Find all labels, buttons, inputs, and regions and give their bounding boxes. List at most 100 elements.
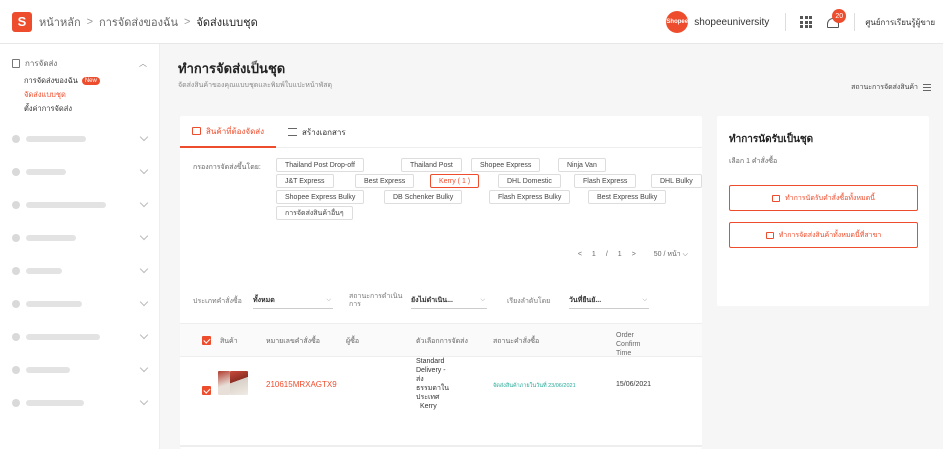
sidebar: การจัดส่ง ︿ การจัดส่งของฉัน New จัดส่งแบ… — [0, 44, 160, 449]
sidebar-section-blurred[interactable] — [0, 155, 159, 188]
courier-chip[interactable]: J&T Express — [276, 174, 334, 188]
selected-count: เลือก 1 คำสั่งซื้อ — [729, 158, 778, 165]
top-header: S หน้าหลัก > การจัดส่งของฉัน > จัดส่งแบบ… — [0, 0, 943, 44]
courier-chip[interactable]: Ninja Van — [558, 158, 606, 172]
courier-chip[interactable]: Best Express — [355, 174, 415, 188]
column-order-status: สถานะคำสั่งซื้อ — [493, 338, 540, 345]
courier-chip[interactable]: การจัดส่งสินค้าอื่นๆ — [276, 206, 353, 220]
apps-grid-icon[interactable] — [800, 16, 813, 28]
breadcrumb-separator: > — [183, 15, 191, 28]
sidebar-section-blurred[interactable] — [0, 122, 159, 155]
notification-bell-icon[interactable]: 20 — [826, 9, 847, 29]
courier-chip[interactable]: DHL Domestic — [498, 174, 561, 188]
courier-chip[interactable]: Flash Express Bulky — [489, 190, 571, 204]
column-buyer: ผู้ซื้อ — [346, 338, 360, 345]
sort-by-select[interactable]: วันที่ยืนยั... ⌵ — [569, 293, 649, 309]
main-content: ทำการจัดส่งเป็นชุด จัดส่งสินค้าของคุณแบบ… — [162, 44, 943, 449]
column-order-id: หมายเลขคำสั่งซื้อ — [266, 338, 320, 345]
chevron-down-icon — [139, 330, 149, 340]
total-pages: 1 — [617, 251, 622, 258]
chevron-down-icon — [139, 198, 149, 208]
courier-chip-selected[interactable]: Kerry ( 1 ) — [430, 174, 480, 188]
shopee-logo[interactable]: S — [12, 11, 32, 32]
courier-chip[interactable]: DB Schenker Bulky — [384, 190, 463, 204]
order-id[interactable]: 210615MRXAGTX9 — [266, 380, 337, 389]
column-confirm-time: Order Confirm Time — [616, 332, 641, 357]
tab-bar: สินค้าที่ต้องจัดส่ง สร้างเอกสาร — [180, 116, 702, 148]
tab-to-ship[interactable]: สินค้าที่ต้องจัดส่ง — [180, 116, 277, 148]
courier-filter-label: กรองการจัดส่งขึ้นโดย: — [193, 164, 261, 171]
divider — [785, 13, 787, 31]
current-page: 1 — [591, 251, 596, 258]
sidebar-section-blurred[interactable] — [0, 254, 159, 287]
page-title: ทำการจัดส่งเป็นชุด — [178, 61, 286, 76]
printer-icon — [765, 231, 774, 239]
sidebar-section-blurred[interactable] — [0, 221, 159, 254]
row-checkbox[interactable] — [202, 386, 211, 395]
order-status: จัดส่งสินค้าภายในวันที่ 23/06/2021 — [493, 383, 576, 389]
document-list-icon — [288, 128, 298, 136]
seller-education-link[interactable]: ศูนย์การเรียนรู้ผู้ขาย — [865, 16, 935, 29]
arrange-pickup-button[interactable]: ทำการนัดรับคำสั่งซื้อทั้งหมดนี้ — [729, 185, 918, 211]
shipment-status-button[interactable]: สถานะการจัดส่งสินค้า — [851, 82, 931, 93]
breadcrumb-current: จัดส่งแบบชุด — [196, 16, 258, 29]
product-thumbnail — [218, 371, 230, 395]
column-shipping-option: ตัวเลือกการจัดส่ง — [416, 338, 468, 345]
courier-chip[interactable]: DHL Bulky — [651, 174, 702, 188]
next-page-icon[interactable]: > — [632, 251, 636, 258]
courier-chip[interactable]: Flash Express — [574, 174, 637, 188]
order-filters: ประเภทคำสั่งซื้อ ทั้งหมด ⌵ สถานะการดำเนิน… — [193, 291, 693, 311]
order-type-label: ประเภทคำสั่งซื้อ — [193, 297, 242, 305]
chevron-down-icon — [139, 132, 149, 142]
shipping-option: Standard Delivery - ส่ง ธรรมดาใน ประเทศ … — [416, 358, 450, 410]
column-product: สินค้า — [220, 338, 238, 345]
chevron-down-icon — [139, 165, 149, 175]
sidebar-item-mass-ship[interactable]: จัดส่งแบบชุด — [0, 88, 159, 102]
tab-generate-document[interactable]: สร้างเอกสาร — [276, 116, 358, 148]
prev-page-icon[interactable]: < — [578, 251, 582, 258]
per-page-select[interactable]: 50 / หน้า ⌵ — [654, 249, 688, 260]
menu-icon — [923, 84, 931, 91]
courier-chip[interactable]: Shopee Express Bulky — [276, 190, 365, 204]
sidebar-item-my-shipment[interactable]: การจัดส่งของฉัน New — [0, 74, 159, 88]
page-subtitle: จัดส่งสินค้าของคุณแบบชุดและพิมพ์ใบแปะหน้… — [178, 82, 333, 89]
username[interactable]: shopeeuniversity — [694, 17, 769, 28]
select-all-checkbox[interactable] — [202, 336, 211, 345]
printer-icon — [772, 194, 781, 202]
product-thumbnail — [230, 371, 248, 395]
table-header: สินค้า หมายเลขคำสั่งซื้อ ผู้ซื้อ ตัวเลือ… — [180, 323, 702, 357]
chevron-down-icon: ⌵ — [480, 297, 485, 303]
courier-chip[interactable]: Thailand Post Drop-off — [276, 158, 364, 172]
chevron-down-icon — [139, 363, 149, 373]
order-type-select[interactable]: ทั้งหมด ⌵ — [253, 293, 333, 309]
chevron-down-icon — [139, 297, 149, 307]
batch-pickup-panel: ทำการนัดรับเป็นชุด เลือก 1 คำสั่งซื้อ ทำ… — [717, 116, 929, 306]
chevron-down-icon: ⌵ — [326, 297, 331, 303]
breadcrumb-separator: > — [86, 15, 94, 28]
sidebar-section-blurred[interactable] — [0, 287, 159, 320]
sidebar-section-shipping[interactable]: การจัดส่ง ︿ — [0, 52, 159, 74]
process-status-select[interactable]: ยังไม่ดำเนิน... ⌵ — [411, 293, 487, 309]
courier-chip[interactable]: Best Express Bulky — [588, 190, 667, 204]
sidebar-section-blurred[interactable] — [0, 320, 159, 353]
courier-chip[interactable]: Shopee Express — [471, 158, 541, 172]
sidebar-section-blurred[interactable] — [0, 386, 159, 419]
chevron-up-icon: ︿ — [139, 58, 147, 68]
notification-badge: 20 — [832, 9, 847, 23]
process-status-label: สถานะการดำเนินการ — [349, 293, 403, 308]
package-icon — [192, 127, 201, 135]
new-badge: New — [81, 77, 100, 85]
avatar[interactable]: Shopee — [666, 11, 689, 33]
pagination: < 1 / 1 > 50 / หน้า ⌵ — [577, 249, 688, 260]
chevron-down-icon: ⌵ — [642, 297, 647, 303]
breadcrumb-my-shipment[interactable]: การจัดส่งของฉัน — [99, 13, 178, 31]
confirm-time: 15/06/2021 — [616, 381, 652, 388]
sidebar-section-blurred[interactable] — [0, 353, 159, 386]
sidebar-item-shipping-settings[interactable]: ตั้งค่าการจัดส่ง — [0, 102, 159, 116]
chevron-down-icon — [139, 231, 149, 241]
breadcrumb-home[interactable]: หน้าหลัก — [39, 13, 81, 31]
dropoff-branch-button[interactable]: ทำการจัดส่งสินค้าทั้งหมดนี้ที่สาขา — [729, 222, 918, 248]
sidebar-section-blurred[interactable] — [0, 188, 159, 221]
courier-chip[interactable]: Thailand Post — [401, 158, 462, 172]
table-row[interactable]: 210615MRXAGTX9 Standard Delivery - ส่ง ธ… — [180, 357, 702, 443]
